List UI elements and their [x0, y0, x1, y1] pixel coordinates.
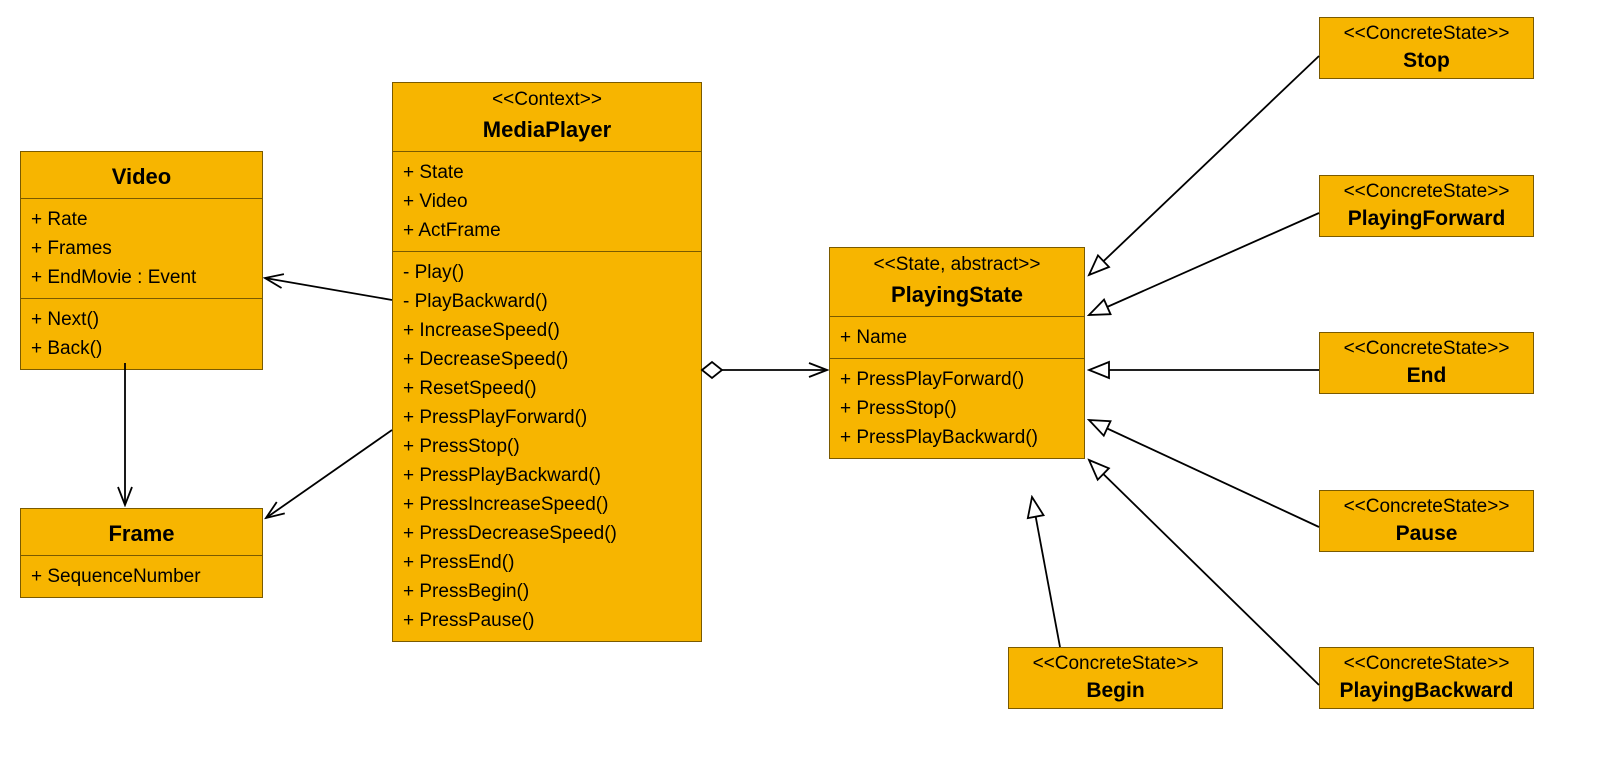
class-stereotype: <<Context>> [403, 89, 691, 111]
class-name: PlayingForward [1328, 207, 1525, 231]
op: + Back() [31, 334, 252, 363]
op: + PressPlayForward() [403, 403, 691, 432]
op: + PressBegin() [403, 577, 691, 606]
attr: + ActFrame [403, 216, 691, 245]
class-begin: <<ConcreteState>> Begin [1008, 647, 1223, 709]
assoc-mediaplayer-frame [266, 430, 392, 518]
op: + DecreaseSpeed() [403, 345, 691, 374]
op: + PressPause() [403, 606, 691, 635]
class-video: Video + Rate + Frames + EndMovie : Event… [20, 151, 263, 370]
class-stereotype: <<ConcreteState>> [1328, 181, 1525, 203]
class-mediaplayer: <<Context>> MediaPlayer + State + Video … [392, 82, 702, 642]
attr: + State [403, 158, 691, 187]
class-operations: - Play() - PlayBackward() + IncreaseSpee… [393, 252, 701, 641]
class-attributes: + Rate + Frames + EndMovie : Event [21, 199, 262, 299]
gen-pause [1089, 420, 1319, 527]
class-attributes: + Name [830, 317, 1084, 359]
attr: + EndMovie : Event [31, 263, 252, 292]
op: + PressPlayForward() [840, 365, 1074, 394]
class-stop: <<ConcreteState>> Stop [1319, 17, 1534, 79]
class-stereotype: <<ConcreteState>> [1328, 338, 1525, 360]
gen-begin [1032, 497, 1060, 647]
class-name: MediaPlayer [403, 117, 691, 143]
op: + PressPlayBackward() [840, 423, 1074, 452]
op: + PressStop() [840, 394, 1074, 423]
class-attributes: + SequenceNumber [21, 556, 262, 597]
class-name: Begin [1017, 679, 1214, 703]
class-stereotype: <<ConcreteState>> [1328, 23, 1525, 45]
op: + PressStop() [403, 432, 691, 461]
class-name: Frame [31, 521, 252, 547]
class-name: PlayingBackward [1328, 679, 1525, 703]
class-stereotype: <<ConcreteState>> [1328, 653, 1525, 675]
assoc-mediaplayer-video [265, 278, 392, 300]
op: + PressPlayBackward() [403, 461, 691, 490]
class-playingforward: <<ConcreteState>> PlayingForward [1319, 175, 1534, 237]
op: + PressEnd() [403, 548, 691, 577]
class-name: End [1328, 364, 1525, 388]
op: + Next() [31, 305, 252, 334]
class-playingstate: <<State, abstract>> PlayingState + Name … [829, 247, 1085, 459]
class-name: PlayingState [840, 282, 1074, 308]
class-stereotype: <<ConcreteState>> [1328, 496, 1525, 518]
attr: + Rate [31, 205, 252, 234]
class-stereotype: <<ConcreteState>> [1017, 653, 1214, 675]
op: + IncreaseSpeed() [403, 316, 691, 345]
attr: + SequenceNumber [31, 562, 252, 591]
gen-playingforward [1089, 213, 1319, 315]
aggr-mediaplayer-playingstate [702, 362, 827, 378]
class-attributes: + State + Video + ActFrame [393, 152, 701, 252]
class-stereotype: <<State, abstract>> [840, 254, 1074, 276]
uml-class-diagram: Video + Rate + Frames + EndMovie : Event… [0, 0, 1620, 772]
class-name: Pause [1328, 522, 1525, 546]
class-frame: Frame + SequenceNumber [20, 508, 263, 598]
class-name: Video [31, 164, 252, 190]
op: - Play() [403, 258, 691, 287]
class-operations: + Next() + Back() [21, 299, 262, 369]
op: + PressIncreaseSpeed() [403, 490, 691, 519]
attr: + Video [403, 187, 691, 216]
class-operations: + PressPlayForward() + PressStop() + Pre… [830, 359, 1084, 458]
op: - PlayBackward() [403, 287, 691, 316]
class-playingbackward: <<ConcreteState>> PlayingBackward [1319, 647, 1534, 709]
attr: + Frames [31, 234, 252, 263]
attr: + Name [840, 323, 1074, 352]
class-end: <<ConcreteState>> End [1319, 332, 1534, 394]
op: + PressDecreaseSpeed() [403, 519, 691, 548]
gen-stop [1089, 56, 1319, 275]
class-pause: <<ConcreteState>> Pause [1319, 490, 1534, 552]
class-name: Stop [1328, 49, 1525, 73]
op: + ResetSpeed() [403, 374, 691, 403]
